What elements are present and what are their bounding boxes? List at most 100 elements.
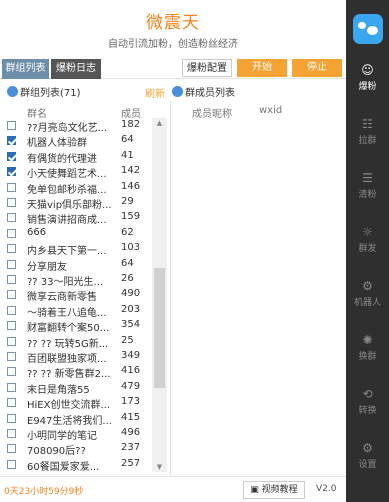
sidebar-item-switch[interactable]: ✺ 换群	[346, 330, 389, 371]
group-row[interactable]: 销售演讲招商成... 159	[0, 210, 152, 226]
switch-icon: ✺	[362, 333, 373, 347]
tab-group-list[interactable]: 群组列表	[2, 59, 49, 79]
sidebar-item-clean[interactable]: ☰ 清粉	[346, 168, 389, 209]
row-checkbox[interactable]	[7, 213, 16, 223]
group-row[interactable]: ??月亮岛文化艺... 182	[0, 118, 152, 134]
row-checkbox[interactable]	[7, 136, 16, 146]
row-checkbox[interactable]	[7, 429, 16, 438]
member-count: 62	[121, 226, 134, 238]
group-name: 有偶货的代理进	[27, 153, 97, 165]
sidebar-label: 爆粉	[358, 82, 377, 92]
scrollbar[interactable]: ▲ ▼	[152, 118, 167, 472]
group-name: HiEX创世交流群...	[27, 400, 111, 412]
group-row[interactable]: 天猫vip俱乐部粉... 29	[0, 195, 152, 211]
member-count: 103	[121, 242, 141, 254]
row-checkbox[interactable]	[7, 151, 16, 161]
member-count: 64	[121, 134, 134, 146]
group-row[interactable]: ?? 33～阳光生... 26	[0, 272, 152, 288]
member-count: 29	[121, 196, 134, 207]
group-name: 小明同学的笔记	[27, 431, 97, 442]
col-member-nick: 成员昵称	[192, 109, 232, 120]
group-row[interactable]: 免单包邮秒杀福... 146	[0, 180, 152, 196]
group-row[interactable]: HiEX创世交流群... 173	[0, 395, 152, 412]
tab-log[interactable]: 爆粉日志	[51, 59, 101, 79]
row-checkbox[interactable]	[7, 321, 16, 331]
group-row[interactable]: 机器人体验群 64	[0, 133, 152, 149]
chat-logo-icon	[353, 14, 383, 44]
start-button[interactable]: 开始	[237, 59, 287, 77]
row-checkbox[interactable]	[7, 228, 16, 238]
row-checkbox[interactable]	[7, 398, 16, 408]
group-row[interactable]: 有偶货的代理进 41	[0, 149, 152, 165]
member-count: 496	[121, 427, 141, 438]
member-count: 237	[121, 442, 141, 454]
group-row[interactable]: 小明同学的笔记 496	[0, 426, 152, 442]
row-checkbox[interactable]	[7, 275, 16, 284]
sidebar-label: 清粉	[358, 190, 377, 200]
group-row[interactable]: ?? ?? 玩转5G新... 25	[0, 334, 152, 350]
video-tutorial-button[interactable]: ▣ 视频教程	[243, 481, 305, 499]
member-count: 203	[121, 303, 141, 315]
group-name: ?? 33～阳光生...	[27, 277, 104, 288]
member-count: 416	[121, 365, 141, 377]
sidebar: ☺ 爆粉 ☷ 拉群 ☰ 清粉 ☼ 群发 ⚙ 机器人 ✺ 换群 ⟲ 转换 ⚙ 设置	[346, 0, 389, 502]
sidebar-item-user[interactable]: ☺ 爆粉	[346, 60, 389, 101]
group-row[interactable]: 708090后?? 237	[0, 441, 152, 457]
sidebar-item-robot[interactable]: ⚙ 机器人	[346, 276, 389, 317]
member-count: 415	[121, 411, 141, 423]
group-row[interactable]: 百团联盟独家项... 349	[0, 349, 152, 365]
header: 微震天 自动引流加粉，创造粉丝经济	[0, 0, 346, 56]
sidebar-label: 机器人	[353, 298, 381, 308]
group-row[interactable]: 666 62	[0, 226, 152, 241]
row-checkbox[interactable]	[7, 352, 16, 361]
row-checkbox[interactable]	[7, 444, 16, 454]
row-checkbox[interactable]	[7, 121, 16, 130]
video-label: 视频教程	[261, 485, 298, 495]
stop-button[interactable]: 停止	[292, 59, 342, 77]
group-row[interactable]: 内乡县天下第一... 103	[0, 241, 152, 257]
group-name: 财富翻转个案50...	[27, 323, 110, 335]
group-row[interactable]: ?? ?? 新零售群2... 416	[0, 364, 152, 380]
group-row[interactable]: 财富翻转个案50... 354	[0, 318, 152, 335]
row-checkbox[interactable]	[7, 259, 16, 269]
row-checkbox[interactable]	[7, 305, 16, 315]
scroll-down-icon[interactable]: ▼	[152, 462, 167, 472]
group-row[interactable]: 小天使舞蹈艺术... 142	[0, 164, 152, 180]
row-checkbox[interactable]	[7, 336, 16, 346]
group-row[interactable]: 末日是角落55 479	[0, 380, 152, 396]
row-checkbox[interactable]	[7, 382, 16, 392]
group-row[interactable]: E947生活将我们... 415	[0, 411, 152, 427]
group-row[interactable]: 分享朋友 64	[0, 257, 152, 273]
group-row[interactable]: 60餐国爱家爱... 257	[0, 457, 152, 473]
refresh-button[interactable]: 刷新	[145, 85, 165, 100]
scroll-thumb[interactable]	[154, 268, 165, 388]
config-button[interactable]: 爆粉配置	[182, 59, 232, 77]
row-checkbox[interactable]	[7, 367, 16, 377]
scroll-up-icon[interactable]: ▲	[152, 118, 167, 128]
row-checkbox[interactable]	[7, 182, 16, 192]
sidebar-item-settings[interactable]: ⚙ 设置	[346, 438, 389, 479]
sidebar-label: 群发	[358, 244, 377, 254]
row-checkbox[interactable]	[7, 198, 16, 207]
group-icon: ☷	[362, 117, 373, 131]
row-checkbox[interactable]	[7, 459, 16, 469]
group-name: ?? ?? 玩转5G新...	[27, 338, 109, 350]
sidebar-item-broadcast[interactable]: ☼ 群发	[346, 222, 389, 263]
member-list-label: 群成员列表	[185, 88, 235, 99]
broadcast-icon: ☼	[362, 225, 373, 239]
row-checkbox[interactable]	[7, 167, 16, 177]
member-count: 490	[121, 288, 141, 300]
sidebar-item-convert[interactable]: ⟲ 转换	[346, 384, 389, 425]
member-count: 41	[121, 149, 134, 161]
group-row[interactable]: ～骑着王八追龟... 203	[0, 303, 152, 319]
row-checkbox[interactable]	[7, 244, 16, 254]
sidebar-label: 拉群	[358, 136, 377, 146]
group-list-label: 群组列表(71)	[20, 88, 81, 99]
group-row[interactable]: 微享云商新零售 490	[0, 287, 152, 303]
group-list-title: 群组列表(71)	[7, 84, 81, 99]
version-label: V2.0	[316, 484, 337, 494]
row-checkbox[interactable]	[7, 413, 16, 423]
row-checkbox[interactable]	[7, 290, 16, 300]
member-count: 354	[121, 319, 141, 331]
sidebar-item-group[interactable]: ☷ 拉群	[346, 114, 389, 155]
